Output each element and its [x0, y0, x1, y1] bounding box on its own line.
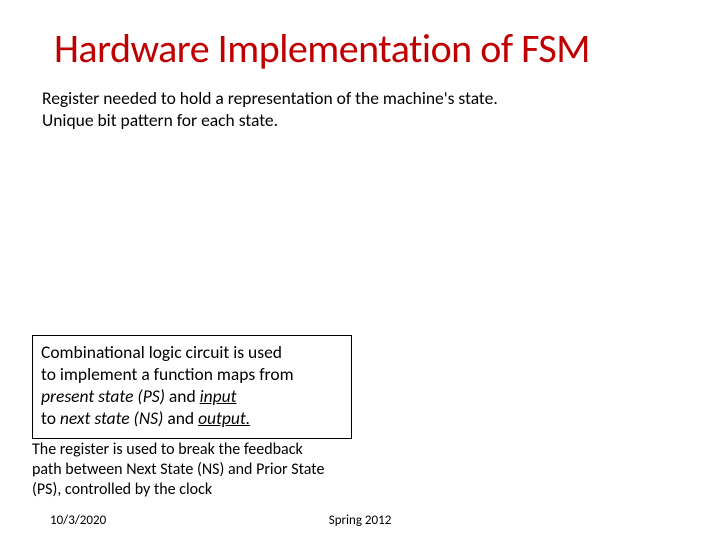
intro-text: Register needed to hold a representation…: [42, 88, 602, 132]
box-line-4: to next state (NS) and output.: [41, 408, 343, 430]
box-line-1: Combinational logic circuit is used: [41, 342, 343, 364]
slide-title: Hardware Implementation of FSM: [54, 24, 694, 73]
intro-line-1: Register needed to hold a representation…: [42, 88, 602, 110]
closing-line-2: path between Next State (NS) and Prior S…: [32, 460, 412, 480]
boxed-callout: Combinational logic circuit is used to i…: [32, 335, 352, 439]
closing-line-3: (PS), controlled by the clock: [32, 480, 412, 500]
box-ps: present state (PS): [41, 385, 165, 407]
slide: Hardware Implementation of FSM Register …: [0, 0, 720, 540]
box-line-2: to implement a function maps from: [41, 364, 343, 386]
box-output: output.: [198, 407, 250, 429]
closing-line-1: The register is used to break the feedba…: [32, 440, 412, 460]
box-line-3: present state (PS) and input: [41, 386, 343, 408]
box-input: input: [200, 385, 237, 407]
box-to: to: [41, 407, 60, 429]
box-ns: next state (NS): [60, 407, 163, 429]
box-and-1: and: [165, 385, 200, 407]
intro-line-2: Unique bit pattern for each state.: [42, 110, 602, 132]
footer-center: Spring 2012: [0, 513, 720, 528]
closing-text: The register is used to break the feedba…: [32, 440, 412, 500]
box-and-2: and: [163, 407, 198, 429]
